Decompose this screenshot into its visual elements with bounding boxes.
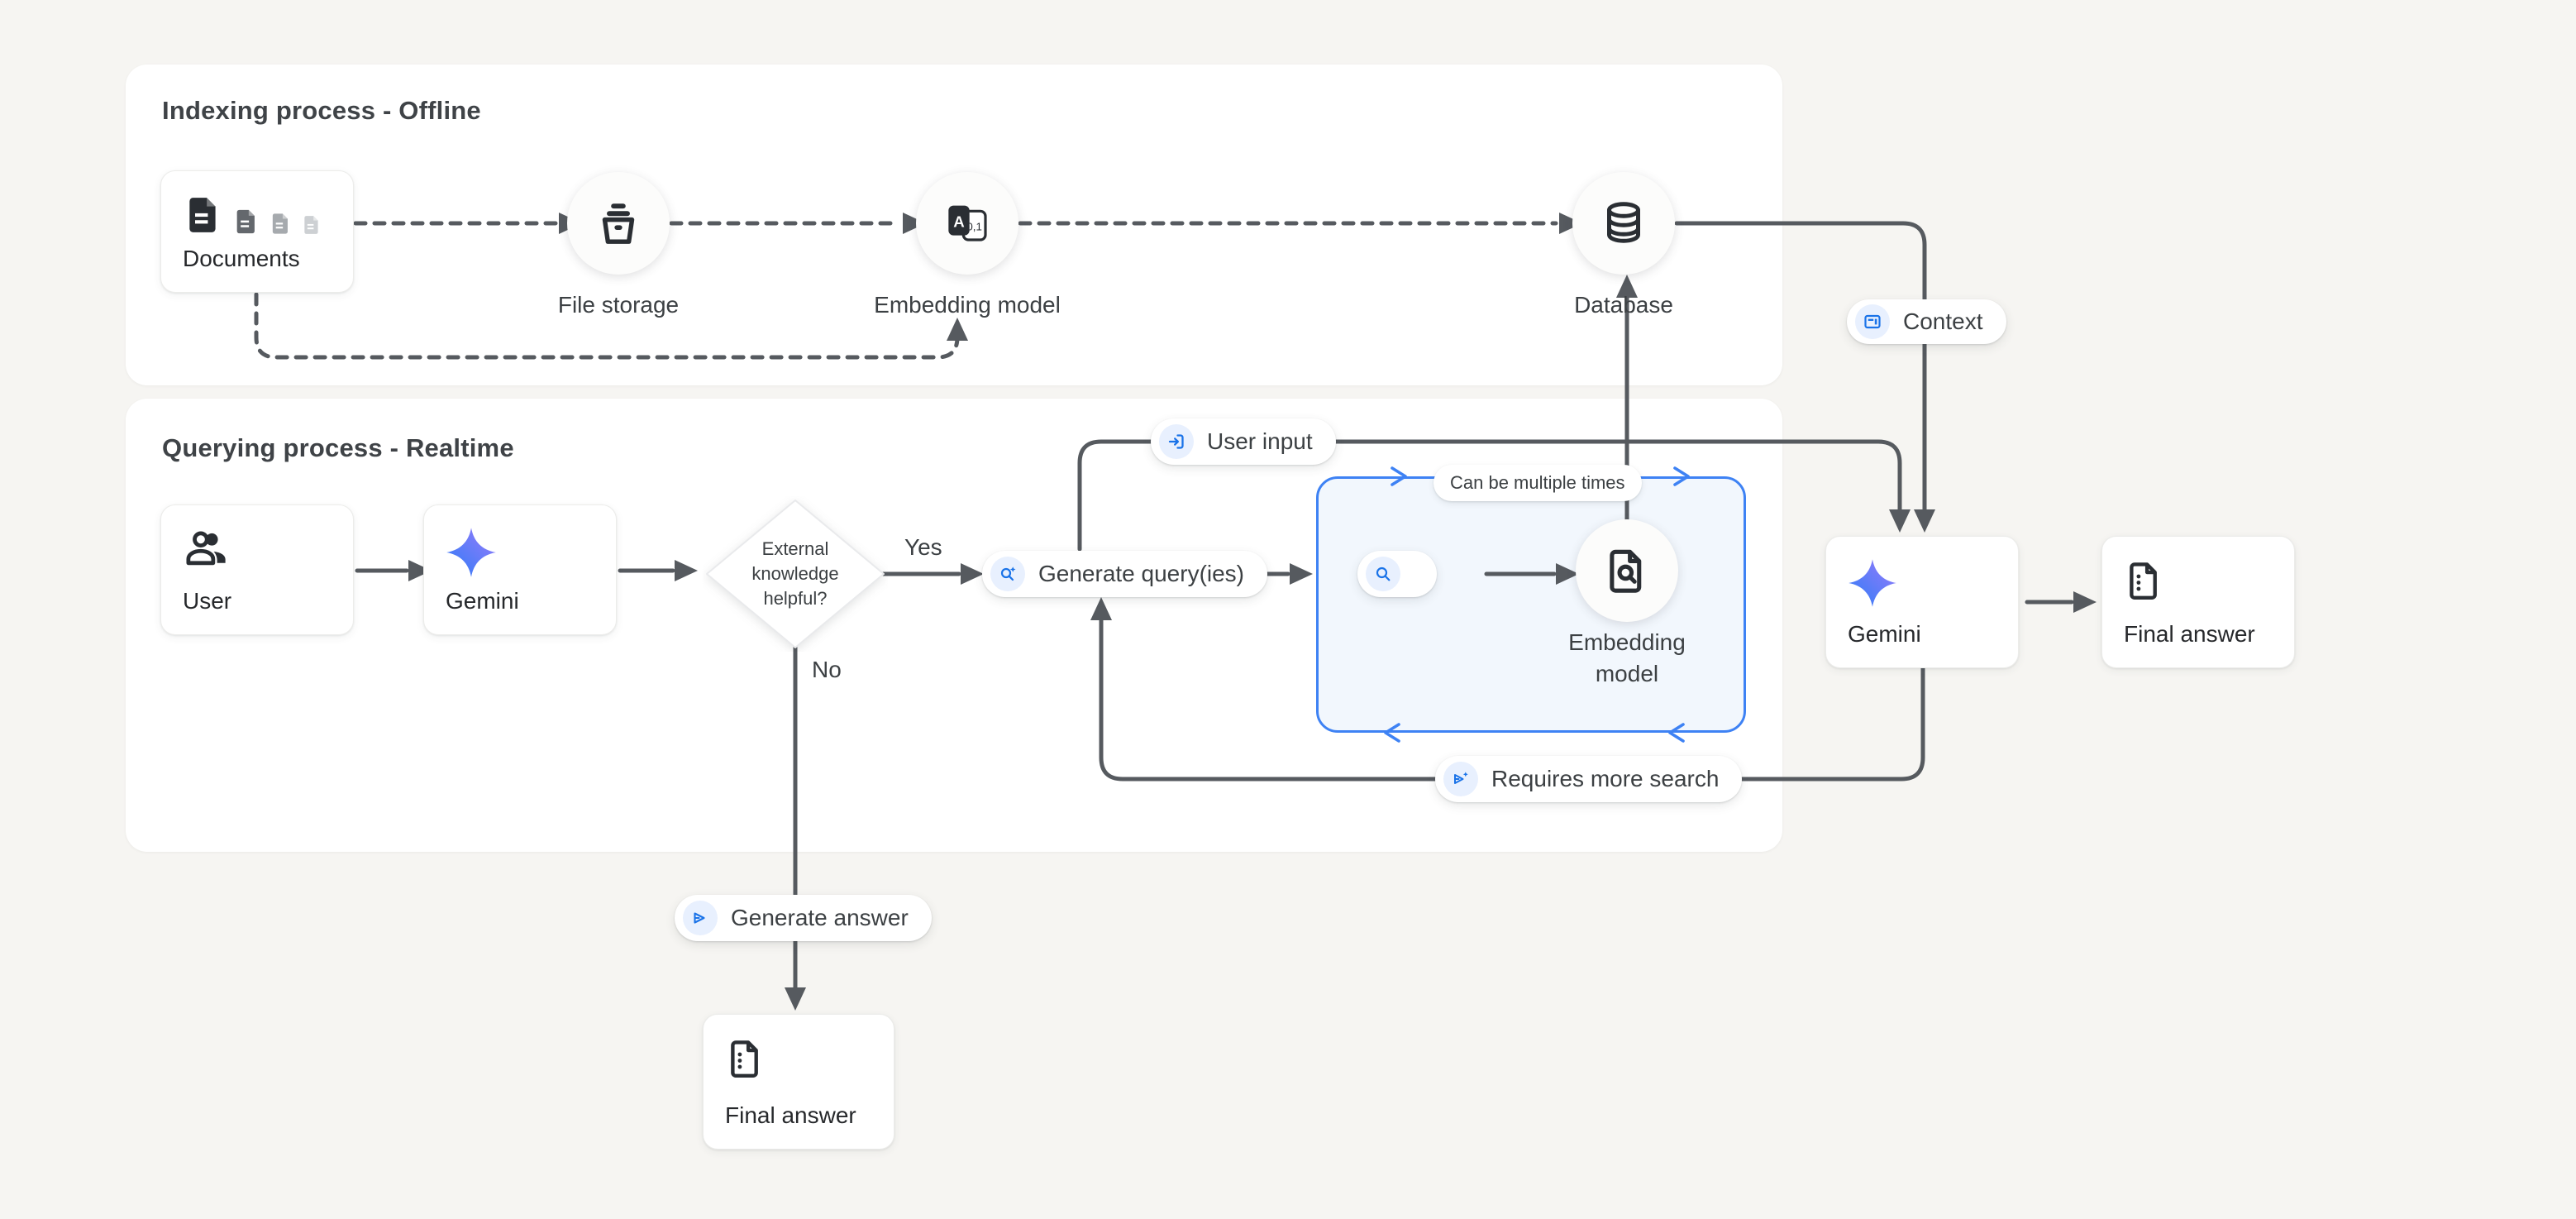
requires-more-search-icon-chip [1443, 762, 1478, 796]
context-icon-chip [1855, 304, 1890, 339]
login-icon [1166, 432, 1186, 452]
document-search-icon [1603, 547, 1651, 595]
generate-queries-pill: Generate query(ies) [982, 551, 1267, 597]
context-icon [1863, 312, 1882, 332]
generate-queries-pill-label: Generate query(ies) [1038, 561, 1244, 587]
loop-chevron-bottom-right [1670, 724, 1683, 741]
generate-answer-pill: Generate answer [675, 895, 932, 941]
external-knowledge-decision: External knowledge helpful? [703, 496, 888, 652]
decision-text: External knowledge helpful? [703, 496, 888, 652]
arrowhead [2073, 591, 2097, 613]
document-icon [301, 213, 322, 237]
rag-architecture-diagram: Indexing process - Offline Querying proc… [0, 0, 2576, 1219]
arrowhead [1090, 597, 1112, 620]
gemini-query-label: Gemini [446, 588, 594, 614]
gemini-star-icon [1848, 558, 1897, 608]
document-icon [232, 206, 260, 237]
search-icon [1373, 564, 1393, 584]
embedding-model-online-node [1576, 519, 1678, 622]
embedding-model-icon: 0,1 A [941, 197, 994, 250]
can-be-multiple-times-label: Can be multiple times [1450, 472, 1625, 494]
loop-chevron-bottom-left [1386, 724, 1399, 741]
gemini-query-card: Gemini [423, 504, 617, 635]
users-icon [183, 527, 231, 568]
query-pill [1357, 551, 1437, 597]
context-pill: Context [1847, 299, 2006, 344]
arrowhead [785, 987, 806, 1011]
send-icon [690, 908, 710, 928]
final-answer-doc-icon [2124, 558, 2165, 603]
embedding-model-offline-label: Embedding model [835, 289, 1100, 321]
final-answer-right-card: Final answer [2101, 536, 2295, 668]
arrowhead [675, 560, 698, 581]
requires-more-search-pill: Requires more search [1435, 756, 1742, 802]
final-answer-doc-icon [725, 1036, 766, 1081]
edge-database-context-to-gemini [1677, 223, 1925, 509]
requires-more-search-label: Requires more search [1491, 766, 1719, 792]
file-storage-node [567, 172, 670, 275]
embedding-model-online-label: Embedding model [1495, 627, 1759, 690]
generate-answer-icon-chip [683, 901, 718, 935]
user-card: User [160, 504, 354, 635]
final-answer-bottom-card: Final answer [703, 1014, 894, 1150]
no-label: No [812, 657, 842, 683]
document-icon [269, 210, 293, 237]
file-storage-label: File storage [486, 289, 751, 321]
database-icon [1599, 198, 1648, 248]
final-answer-bottom-label: Final answer [725, 1102, 872, 1129]
context-pill-label: Context [1903, 308, 1983, 335]
arrowhead [1290, 563, 1313, 585]
document-icon [183, 193, 224, 237]
gemini-star-icon [446, 527, 497, 578]
loop-chevron-top-left [1392, 468, 1405, 485]
send-spark-icon [1451, 769, 1471, 789]
database-node [1572, 172, 1675, 275]
embedding-model-offline-node: 0,1 A [916, 172, 1018, 275]
arrowhead [1889, 509, 1911, 533]
documents-label: Documents [183, 246, 332, 272]
generate-queries-icon-chip [990, 557, 1025, 591]
bucket-icon [593, 198, 644, 249]
yes-label: Yes [904, 534, 942, 561]
loop-chevron-top-right [1675, 468, 1688, 485]
documents-icon [183, 193, 332, 237]
final-answer-right-label: Final answer [2124, 621, 2273, 648]
search-spark-icon [998, 564, 1018, 584]
can-be-multiple-times-pill: Can be multiple times [1433, 465, 1642, 501]
gemini-answer-label: Gemini [1848, 621, 1996, 648]
documents-card: Documents [160, 170, 354, 293]
gemini-answer-card: Gemini [1825, 536, 2019, 668]
database-label: Database [1491, 289, 1756, 321]
arrowhead [947, 318, 968, 341]
user-label: User [183, 588, 332, 614]
user-input-pill-label: User input [1207, 428, 1313, 455]
svg-text:A: A [953, 213, 964, 231]
arrowhead [1914, 509, 1935, 533]
arrowhead [961, 563, 984, 585]
user-input-pill: User input [1151, 418, 1336, 465]
generate-answer-label: Generate answer [731, 905, 909, 931]
user-input-icon-chip [1159, 424, 1194, 459]
query-icon-chip [1366, 557, 1400, 591]
